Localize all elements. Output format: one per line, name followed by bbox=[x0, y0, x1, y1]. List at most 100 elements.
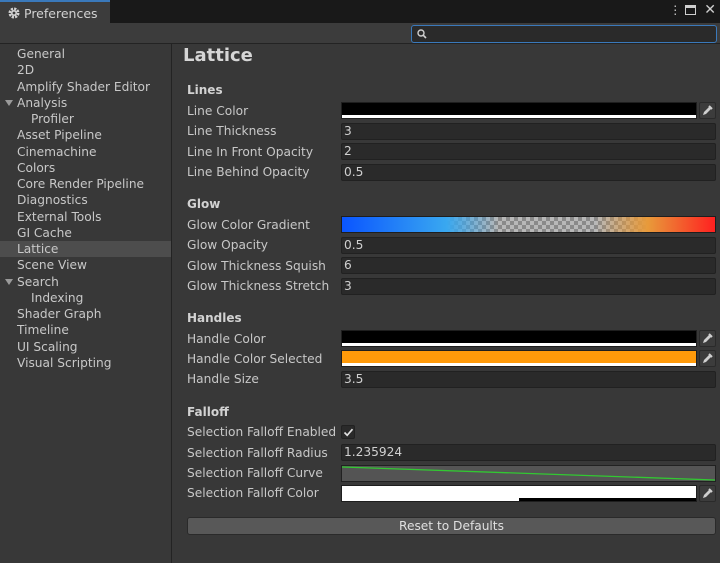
glow-opacity-label: Glow Opacity bbox=[187, 238, 269, 252]
sidebar-item-label: Core Render Pipeline bbox=[17, 177, 145, 191]
sidebar-item-label: Shader Graph bbox=[17, 307, 102, 321]
page-title: Lattice bbox=[183, 45, 253, 66]
sidebar: General 2D Amplify Shader Editor Analysi… bbox=[0, 44, 172, 563]
close-icon[interactable]: ✕ bbox=[704, 3, 716, 17]
eyedropper-icon[interactable] bbox=[699, 330, 716, 347]
reset-to-defaults-button[interactable]: Reset to Defaults bbox=[187, 517, 716, 535]
line-front-opacity-field[interactable]: 2 bbox=[341, 143, 716, 160]
sidebar-item-analysis[interactable]: Analysis bbox=[0, 95, 171, 111]
sidebar-item-label: Visual Scripting bbox=[17, 356, 112, 370]
eyedropper-icon[interactable] bbox=[699, 350, 716, 367]
gear-icon bbox=[7, 6, 21, 20]
glow-gradient-field[interactable] bbox=[341, 216, 716, 233]
sidebar-item-diagnostics[interactable]: Diagnostics bbox=[0, 192, 171, 208]
line-behind-opacity-field[interactable]: 0.5 bbox=[341, 164, 716, 181]
sidebar-item-profiler[interactable]: Profiler bbox=[0, 111, 171, 127]
handle-size-field[interactable]: 3.5 bbox=[341, 371, 716, 388]
alpha-bar bbox=[342, 115, 696, 118]
sidebar-item-colors[interactable]: Colors bbox=[0, 160, 171, 176]
sidebar-item-label: Scene View bbox=[17, 258, 87, 272]
title-bar: Preferences ⋮ ✕ bbox=[0, 0, 720, 24]
sidebar-item-label: General bbox=[17, 47, 66, 61]
sidebar-item-label: Analysis bbox=[17, 96, 68, 110]
handle-color-swatch[interactable] bbox=[341, 330, 697, 347]
sidebar-item-core-render-pipeline[interactable]: Core Render Pipeline bbox=[0, 176, 171, 192]
alpha-bar bbox=[342, 343, 696, 346]
handle-size-label: Handle Size bbox=[187, 372, 259, 386]
section-title-glow: Glow bbox=[187, 197, 221, 211]
kebab-menu-icon[interactable]: ⋮ bbox=[669, 3, 681, 17]
sidebar-item-label: UI Scaling bbox=[17, 340, 78, 354]
sidebar-item-indexing[interactable]: Indexing bbox=[0, 290, 171, 306]
alpha-bar bbox=[342, 363, 696, 366]
sidebar-item-asset-pipeline[interactable]: Asset Pipeline bbox=[0, 127, 171, 143]
sidebar-item-label: Indexing bbox=[31, 291, 84, 305]
sidebar-item-scene-view[interactable]: Scene View bbox=[0, 257, 171, 273]
sidebar-item-visual-scripting[interactable]: Visual Scripting bbox=[0, 355, 171, 371]
sidebar-item-label: Lattice bbox=[17, 242, 59, 256]
sidebar-item-external-tools[interactable]: External Tools bbox=[0, 209, 171, 225]
falloff-radius-field[interactable]: 1.235924 bbox=[341, 444, 716, 461]
line-color-label: Line Color bbox=[187, 104, 249, 118]
sidebar-item-ui-scaling[interactable]: UI Scaling bbox=[0, 339, 171, 355]
handle-color-selected-swatch[interactable] bbox=[341, 350, 697, 367]
falloff-radius-label: Selection Falloff Radius bbox=[187, 446, 328, 460]
glow-stretch-field[interactable]: 3 bbox=[341, 278, 716, 295]
glow-gradient-label: Glow Color Gradient bbox=[187, 218, 310, 232]
sidebar-item-shader-graph[interactable]: Shader Graph bbox=[0, 306, 171, 322]
search-box[interactable] bbox=[411, 25, 717, 43]
sidebar-item-cinemachine[interactable]: Cinemachine bbox=[0, 144, 171, 160]
tab-title: Preferences bbox=[24, 5, 98, 21]
alpha-bar bbox=[519, 498, 696, 501]
expand-arrow-icon[interactable] bbox=[5, 100, 13, 106]
section-title-falloff: Falloff bbox=[187, 405, 229, 419]
settings-panel: Lattice Lines Line Color Line Thickness … bbox=[173, 44, 720, 563]
section-title-handles: Handles bbox=[187, 311, 242, 325]
glow-opacity-field[interactable]: 0.5 bbox=[341, 237, 716, 254]
glow-squish-label: Glow Thickness Squish bbox=[187, 259, 326, 273]
toolbar bbox=[0, 23, 720, 44]
sidebar-item-2d[interactable]: 2D bbox=[0, 62, 171, 78]
sidebar-item-search[interactable]: Search bbox=[0, 274, 171, 290]
sidebar-item-label: Cinemachine bbox=[17, 145, 97, 159]
glow-squish-field[interactable]: 6 bbox=[341, 257, 716, 274]
sidebar-item-lattice[interactable]: Lattice bbox=[0, 241, 171, 257]
handle-color-label: Handle Color bbox=[187, 332, 266, 346]
falloff-curve-label: Selection Falloff Curve bbox=[187, 466, 323, 480]
falloff-enabled-checkbox[interactable] bbox=[341, 425, 355, 439]
search-input[interactable] bbox=[430, 26, 710, 42]
sidebar-item-timeline[interactable]: Timeline bbox=[0, 322, 171, 338]
sidebar-item-label: Profiler bbox=[31, 112, 74, 126]
sidebar-item-label: 2D bbox=[17, 63, 35, 77]
tab-preferences[interactable]: Preferences bbox=[0, 0, 110, 24]
section-title-lines: Lines bbox=[187, 83, 223, 97]
sidebar-item-label: Asset Pipeline bbox=[17, 128, 102, 142]
line-thickness-label: Line Thickness bbox=[187, 124, 277, 138]
line-front-opacity-label: Line In Front Opacity bbox=[187, 145, 314, 159]
glow-stretch-label: Glow Thickness Stretch bbox=[187, 279, 330, 293]
falloff-enabled-label: Selection Falloff Enabled bbox=[187, 425, 337, 439]
sidebar-item-label: External Tools bbox=[17, 210, 102, 224]
eyedropper-icon[interactable] bbox=[699, 485, 716, 502]
sidebar-item-label: GI Cache bbox=[17, 226, 72, 240]
maximize-icon[interactable] bbox=[685, 5, 697, 15]
falloff-color-swatch[interactable] bbox=[341, 485, 697, 502]
sidebar-item-amplify-shader-editor[interactable]: Amplify Shader Editor bbox=[0, 79, 171, 95]
sidebar-item-general[interactable]: General bbox=[0, 46, 171, 62]
sidebar-item-label: Amplify Shader Editor bbox=[17, 80, 150, 94]
line-thickness-field[interactable]: 3 bbox=[341, 123, 716, 140]
search-icon bbox=[416, 28, 428, 40]
handle-color-selected-label: Handle Color Selected bbox=[187, 352, 323, 366]
sidebar-item-label: Timeline bbox=[17, 323, 69, 337]
line-color-swatch[interactable] bbox=[341, 102, 697, 119]
falloff-color-label: Selection Falloff Color bbox=[187, 486, 319, 500]
expand-arrow-icon[interactable] bbox=[5, 279, 13, 285]
sidebar-item-gi-cache[interactable]: GI Cache bbox=[0, 225, 171, 241]
falloff-curve-line bbox=[342, 466, 715, 481]
sidebar-item-label: Diagnostics bbox=[17, 193, 88, 207]
sidebar-item-label: Search bbox=[17, 275, 59, 289]
line-behind-opacity-label: Line Behind Opacity bbox=[187, 165, 310, 179]
sidebar-item-label: Colors bbox=[17, 161, 56, 175]
falloff-curve-field[interactable] bbox=[341, 465, 716, 482]
eyedropper-icon[interactable] bbox=[699, 102, 716, 119]
